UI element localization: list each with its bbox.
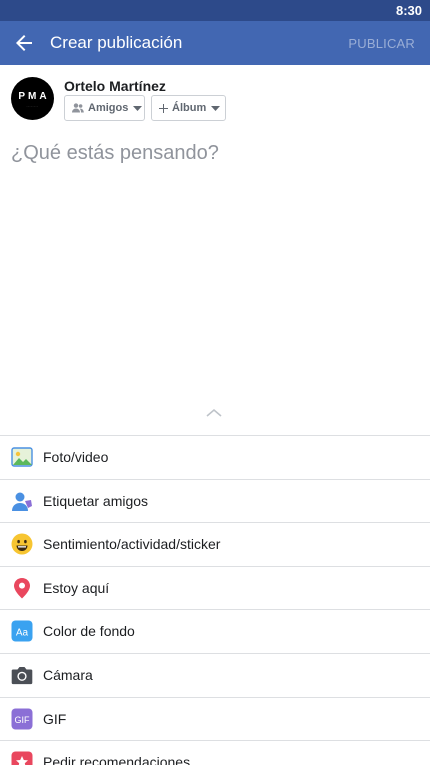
option-label: Etiquetar amigos (43, 492, 149, 509)
option-label: Sentimiento/actividad/sticker (43, 536, 221, 553)
post-options-list: Foto/video Etiquetar amigos Sentimiento/… (0, 436, 430, 765)
option-ask-recommendations[interactable]: Pedir recomendaciones (0, 741, 430, 765)
recommendations-icon (11, 751, 33, 765)
option-label: Cámara (43, 666, 93, 683)
app-bar: Crear publicación PUBLICAR (0, 21, 430, 65)
album-label: Álbum (172, 102, 207, 114)
option-photo-video[interactable]: Foto/video (0, 436, 430, 480)
option-check-in[interactable]: Estoy aquí (0, 567, 430, 611)
option-camera[interactable]: Cámara (0, 654, 430, 698)
option-feeling[interactable]: Sentimiento/actividad/sticker (0, 523, 430, 567)
svg-text:GIF: GIF (15, 715, 31, 725)
option-background-color[interactable]: Aa Color de fondo (0, 610, 430, 654)
plus-icon (159, 103, 168, 113)
album-selector[interactable]: Álbum (151, 95, 226, 121)
avatar: PMA ········ (11, 77, 54, 120)
friends-icon (72, 103, 84, 113)
camera-icon (11, 666, 33, 685)
chevron-up-icon[interactable] (206, 408, 222, 418)
svg-text:Aa: Aa (16, 628, 29, 639)
arrow-left-icon (16, 35, 32, 51)
background-color-icon: Aa (11, 620, 33, 642)
location-pin-icon (14, 577, 30, 599)
privacy-selector[interactable]: Amigos (64, 95, 145, 121)
option-tag-friends[interactable]: Etiquetar amigos (0, 480, 430, 524)
publish-button[interactable]: PUBLICAR (348, 36, 415, 51)
post-composer-input[interactable]: ¿Qué estás pensando? (11, 142, 219, 165)
avatar-logo: PMA (18, 91, 50, 102)
option-label: GIF (43, 710, 67, 727)
status-bar: 8:30 (0, 0, 430, 21)
user-name: Ortelo Martínez (64, 78, 166, 94)
option-label: Color de fondo (43, 623, 135, 640)
privacy-label: Amigos (88, 102, 129, 114)
caret-down-icon (211, 105, 221, 111)
back-button[interactable] (12, 31, 36, 55)
smiley-icon (11, 533, 33, 555)
page-title: Crear publicación (50, 33, 183, 52)
photo-icon (11, 447, 33, 467)
avatar-sub: ········ (26, 104, 39, 108)
gif-icon: GIF (11, 708, 33, 730)
option-label: Estoy aquí (43, 579, 110, 596)
option-gif[interactable]: GIF GIF (0, 698, 430, 742)
status-time: 8:30 (395, 3, 422, 18)
caret-down-icon (133, 105, 143, 111)
option-label: Foto/video (43, 449, 109, 465)
option-label: Pedir recomendaciones (43, 754, 191, 765)
tag-friends-icon (12, 492, 32, 511)
